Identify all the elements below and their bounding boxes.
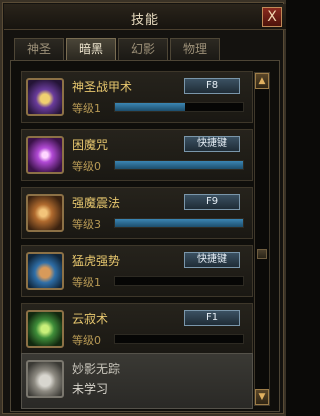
skill-window: 技能 X 神圣 暗黑 幻影 物理 神圣战甲术 等级1 F8 困魔咒 等级0 快捷… — [0, 0, 286, 416]
skill-name: 猛虎强势 — [72, 254, 121, 268]
skill-level: 等级3 — [72, 218, 101, 231]
skill-row[interactable]: 猛虎强势 等级1 快捷键 — [21, 245, 253, 297]
scroll-up-button[interactable]: ▲ — [255, 73, 269, 89]
window-title: 技能 — [130, 13, 159, 28]
skill-level: 等级1 — [72, 102, 101, 115]
skill-progress-fill — [115, 219, 243, 227]
force-blast-icon[interactable] — [26, 194, 64, 232]
skill-name: 强魔震法 — [72, 196, 121, 210]
skill-name: 困魔咒 — [72, 138, 109, 152]
skill-name: 云寂术 — [72, 312, 109, 326]
skill-level: 等级0 — [72, 160, 101, 173]
tab-phantom[interactable]: 幻影 — [118, 38, 168, 60]
hotkey-button[interactable]: F8 — [184, 78, 240, 94]
skill-row-unlearned[interactable]: 妙影无踪 未学习 — [21, 353, 253, 409]
holy-armor-icon[interactable] — [26, 78, 64, 116]
tab-dark[interactable]: 暗黑 — [66, 38, 116, 60]
skill-list: 神圣战甲术 等级1 F8 困魔咒 等级0 快捷键 强魔震法 等级3 F9 猛虎强… — [10, 60, 280, 412]
skill-progress-bar — [114, 334, 244, 344]
skill-level: 等级1 — [72, 276, 101, 289]
hotkey-button[interactable]: F9 — [184, 194, 240, 210]
skill-row[interactable]: 云寂术 等级0 F1 — [21, 303, 253, 355]
tab-holy[interactable]: 神圣 — [14, 38, 64, 60]
skill-progress-bar — [114, 218, 244, 228]
skill-tabs: 神圣 暗黑 幻影 物理 — [14, 38, 220, 60]
title-bar[interactable]: 技能 X — [4, 4, 286, 30]
skill-progress-bar — [114, 102, 244, 112]
tab-physical[interactable]: 物理 — [170, 38, 220, 60]
skill-row[interactable]: 强魔震法 等级3 F9 — [21, 187, 253, 239]
skill-level: 等级0 — [72, 334, 101, 347]
skill-row[interactable]: 困魔咒 等级0 快捷键 — [21, 129, 253, 181]
skill-progress-bar — [114, 160, 244, 170]
hotkey-button[interactable]: 快捷键 — [184, 252, 240, 268]
skill-row[interactable]: 神圣战甲术 等级1 F8 — [21, 71, 253, 123]
trap-demon-icon[interactable] — [26, 136, 64, 174]
skill-status: 未学习 — [72, 382, 109, 396]
tiger-fist-icon[interactable] — [26, 252, 64, 290]
skill-progress-bar — [114, 276, 244, 286]
scrollbar[interactable]: ▲ ▼ — [254, 72, 270, 406]
close-button[interactable]: X — [262, 7, 282, 27]
scroll-thumb[interactable] — [257, 249, 267, 259]
skill-progress-fill — [115, 103, 186, 111]
skill-name: 神圣战甲术 — [72, 80, 133, 94]
cloud-leaf-icon[interactable] — [26, 310, 64, 348]
skill-name: 妙影无踪 — [72, 362, 121, 376]
hotkey-button[interactable]: F1 — [184, 310, 240, 326]
hotkey-button[interactable]: 快捷键 — [184, 136, 240, 152]
shadow-stealth-icon[interactable] — [26, 360, 64, 398]
scroll-down-button[interactable]: ▼ — [255, 389, 269, 405]
skill-progress-fill — [115, 161, 243, 169]
